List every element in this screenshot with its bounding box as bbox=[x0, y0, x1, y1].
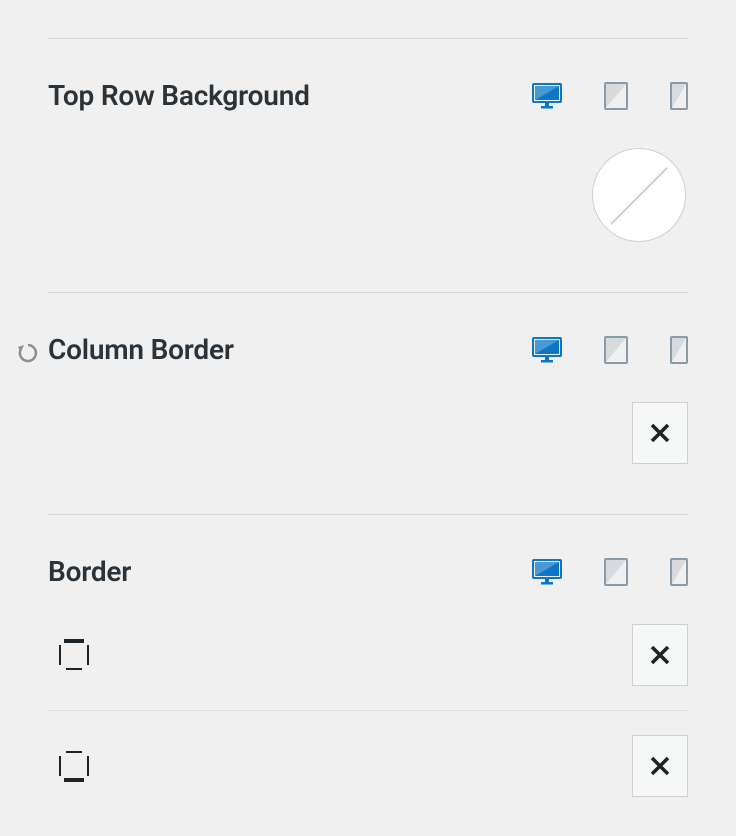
border-side-selector[interactable] bbox=[48, 637, 92, 673]
section-column-border: Column Border bbox=[48, 292, 688, 514]
device-tab-mobile[interactable] bbox=[670, 82, 688, 110]
tablet-icon bbox=[604, 558, 628, 586]
device-tab-mobile[interactable] bbox=[670, 336, 688, 364]
close-icon bbox=[648, 421, 672, 445]
border-row-top bbox=[48, 624, 688, 710]
border-top-icon bbox=[56, 637, 92, 673]
border-rows bbox=[48, 624, 688, 821]
border-side-selector[interactable] bbox=[48, 748, 92, 784]
color-swatch-none[interactable] bbox=[592, 148, 686, 242]
section-header: Border bbox=[48, 555, 688, 588]
tablet-icon bbox=[604, 336, 628, 364]
mobile-icon bbox=[670, 558, 688, 586]
desktop-icon bbox=[532, 83, 562, 109]
device-tab-desktop[interactable] bbox=[532, 559, 562, 585]
remove-button[interactable] bbox=[632, 402, 688, 464]
section-header: Column Border bbox=[48, 333, 688, 366]
device-tab-desktop[interactable] bbox=[532, 83, 562, 109]
border-bottom-icon bbox=[56, 748, 92, 784]
desktop-icon bbox=[532, 337, 562, 363]
device-tabs bbox=[532, 558, 688, 586]
section-body bbox=[48, 148, 688, 242]
tablet-icon bbox=[604, 82, 628, 110]
remove-button[interactable] bbox=[632, 735, 688, 797]
section-border: Border bbox=[48, 514, 688, 821]
border-row-bottom bbox=[48, 710, 688, 821]
settings-panel: Top Row Background bbox=[0, 38, 736, 821]
close-icon bbox=[648, 643, 672, 667]
mobile-icon bbox=[670, 336, 688, 364]
section-body bbox=[48, 402, 688, 464]
reset-icon bbox=[16, 341, 40, 365]
device-tabs bbox=[532, 336, 688, 364]
section-header: Top Row Background bbox=[48, 79, 688, 112]
device-tab-tablet[interactable] bbox=[604, 558, 628, 586]
desktop-icon bbox=[532, 559, 562, 585]
remove-button[interactable] bbox=[632, 624, 688, 686]
section-title: Top Row Background bbox=[48, 79, 310, 112]
device-tab-tablet[interactable] bbox=[604, 336, 628, 364]
section-title: Border bbox=[48, 555, 131, 588]
device-tab-mobile[interactable] bbox=[670, 558, 688, 586]
mobile-icon bbox=[670, 82, 688, 110]
device-tab-desktop[interactable] bbox=[532, 337, 562, 363]
reset-button[interactable] bbox=[16, 341, 40, 369]
section-title: Column Border bbox=[48, 333, 234, 366]
section-top-row-background: Top Row Background bbox=[48, 38, 688, 292]
device-tab-tablet[interactable] bbox=[604, 82, 628, 110]
close-icon bbox=[648, 754, 672, 778]
device-tabs bbox=[532, 82, 688, 110]
